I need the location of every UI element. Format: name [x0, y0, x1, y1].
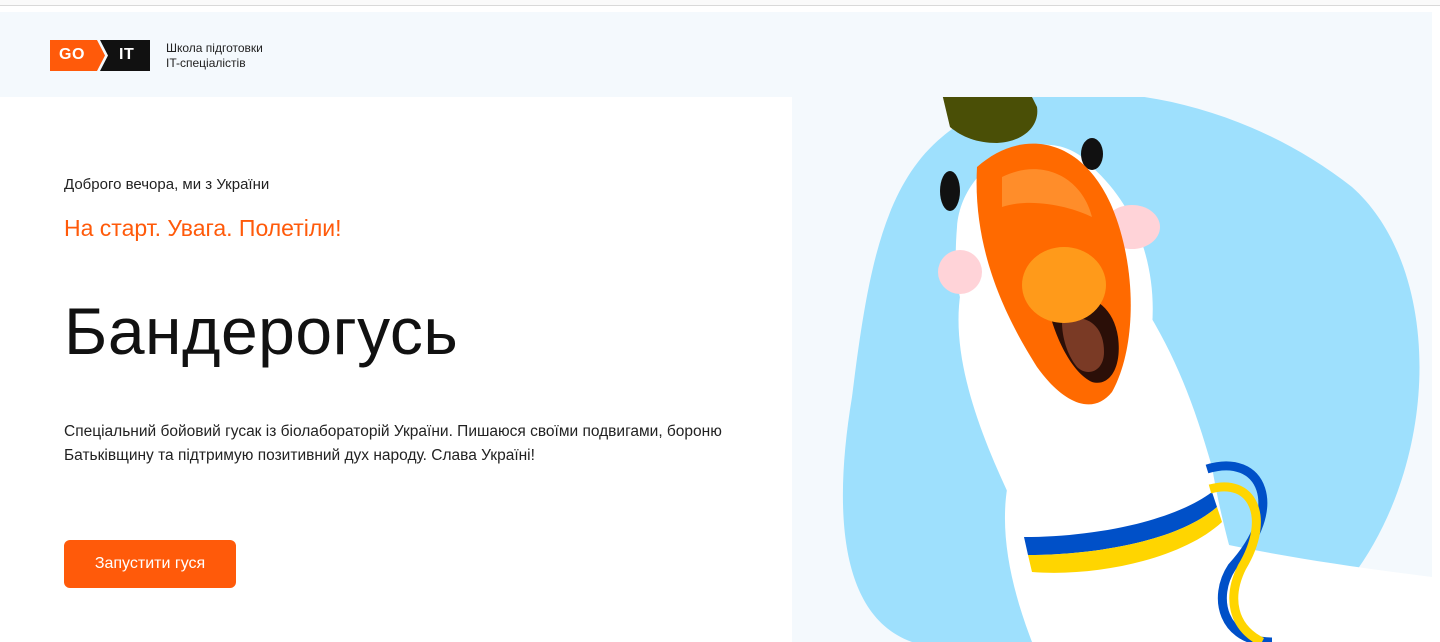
goose-illustration	[792, 97, 1432, 642]
logo-tagline-line2: IT-спеціалістів	[166, 55, 246, 70]
goose-illustration-icon	[842, 97, 1432, 642]
hero-slogan: На старт. Увага. Полетіли!	[64, 215, 342, 241]
hero-title: Бандерогусь	[64, 294, 459, 368]
logo-it-text: IT	[119, 46, 135, 63]
goit-logo-mark: GO IT	[50, 40, 150, 71]
goose-nose	[1022, 247, 1106, 323]
goose-cheek-left	[938, 250, 982, 294]
logo-tagline-line1: Школа підготовки	[166, 40, 263, 55]
logo-go-text: GO	[59, 46, 85, 63]
goose-eye-right	[1081, 138, 1103, 170]
launch-goose-button[interactable]: Запустити гуся	[64, 540, 236, 588]
hero-description: Спеціальний бойовий гусак із біолаборато…	[64, 423, 722, 464]
hero-greeting: Доброго вечора, ми з України	[64, 176, 270, 193]
logo-tagline: Школа підготовки IT-спеціалістів	[166, 41, 263, 71]
goose-eye-left	[940, 171, 960, 211]
logo[interactable]: GO IT Школа підготовки IT-спеціалістів	[50, 40, 263, 71]
browser-top-edge	[0, 0, 1440, 6]
